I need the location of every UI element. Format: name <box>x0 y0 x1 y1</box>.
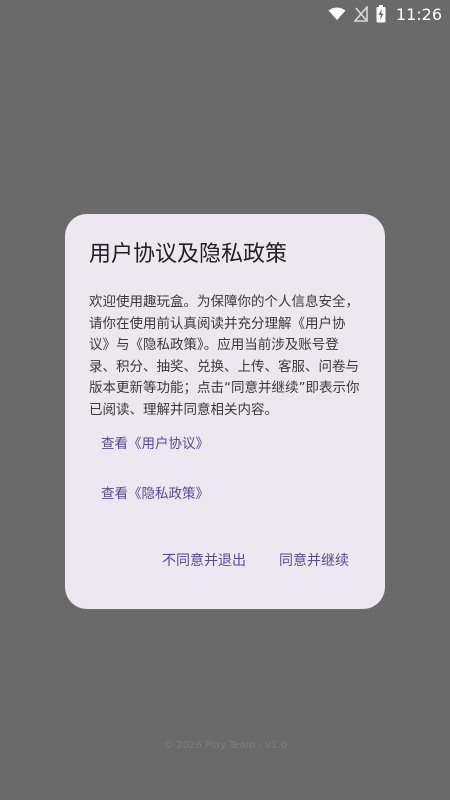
user-agreement-link[interactable]: 查看《用户协议》 <box>101 432 209 452</box>
status-time: 11:26 <box>395 4 442 24</box>
battery-charging-icon <box>376 5 386 23</box>
wifi-icon <box>328 7 346 21</box>
status-bar: 11:26 <box>0 0 450 28</box>
agree-continue-button[interactable]: 同意并继续 <box>279 550 349 570</box>
dialog-body-text: 欢迎使用趣玩盒。为保障你的个人信息安全，请你在使用前认真阅读并充分理解《用户协议… <box>89 294 360 418</box>
footer-copyright: © 2026 Play Team · v1.0 <box>163 740 287 751</box>
privacy-policy-link[interactable]: 查看《隐私政策》 <box>101 482 209 502</box>
no-signal-icon <box>353 6 368 22</box>
disagree-exit-button[interactable]: 不同意并退出 <box>162 550 246 570</box>
dialog-title: 用户协议及隐私政策 <box>89 242 288 267</box>
privacy-dialog: 用户协议及隐私政策 欢迎使用趣玩盒。为保障你的个人信息安全，请你在使用前认真阅读… <box>65 214 385 609</box>
